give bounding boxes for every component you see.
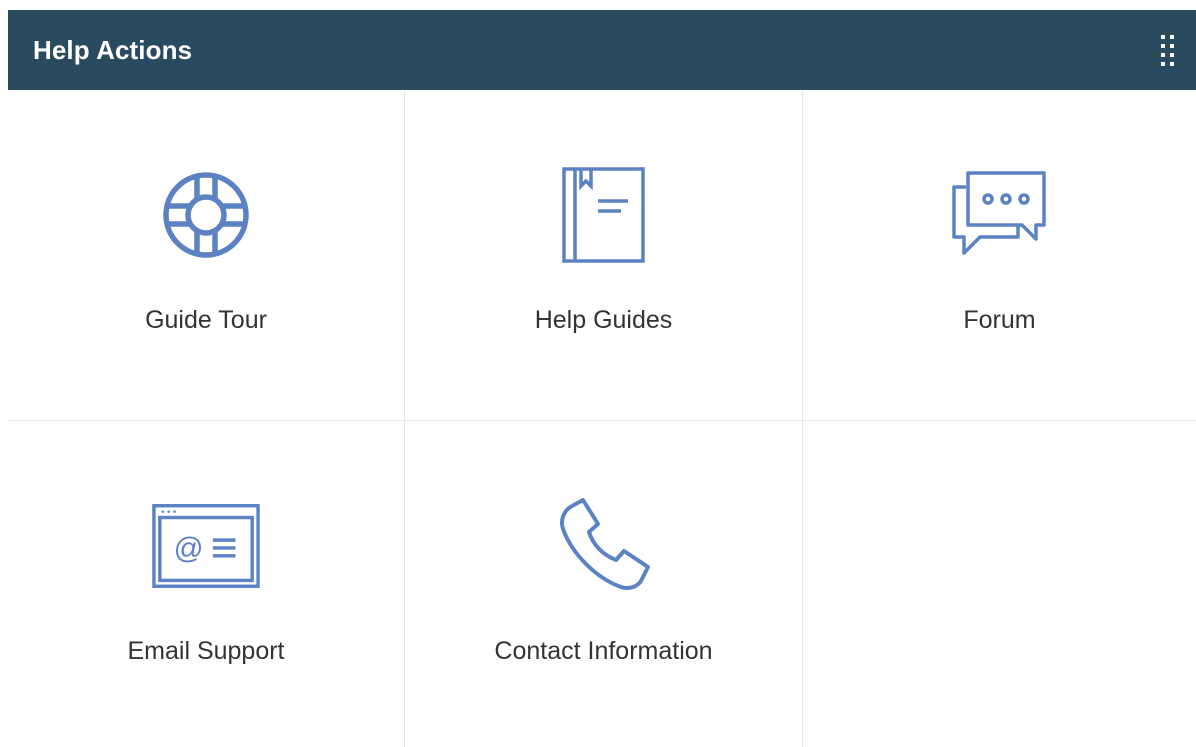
help-guides-label: Help Guides [534,306,673,334]
email-support-label: Email Support [127,637,285,665]
contact-information-label: Contact Information [494,637,713,665]
contact-information-tile[interactable]: Contact Information [405,421,803,747]
empty-tile [803,421,1196,747]
guide-tour-tile[interactable]: Guide Tour [8,90,405,421]
email-support-tile[interactable]: @ Email Support [8,421,405,747]
forum-label: Forum [963,306,1036,334]
help-actions-widget: Help Actions Guide Tour Help Guides Foru… [8,10,1196,747]
widget-title: Help Actions [33,34,193,65]
help-guides-tile[interactable]: Help Guides [405,90,803,421]
guide-tour-label: Guide Tour [145,306,267,334]
drag-handle-icon[interactable] [1159,31,1176,70]
lifebuoy-icon [151,165,261,265]
widget-header: Help Actions [8,10,1196,90]
svg-text:@: @ [174,532,204,565]
chat-bubbles-icon [945,165,1055,265]
actions-grid: Guide Tour Help Guides Forum @ Email Sup… [8,90,1196,747]
forum-tile[interactable]: Forum [803,90,1196,421]
book-icon [549,165,659,265]
email-window-icon: @ [151,496,261,596]
phone-icon [549,496,659,596]
